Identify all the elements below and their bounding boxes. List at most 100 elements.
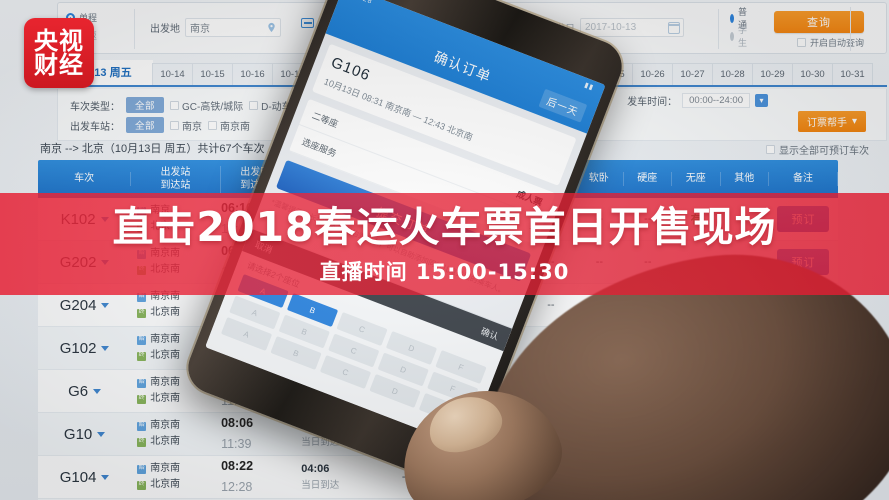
end-station-icon: 终: [137, 394, 147, 404]
date-tab-10-16[interactable]: 10-16: [232, 63, 273, 85]
end-station-icon: 终: [137, 308, 147, 318]
chevron-down-icon[interactable]: [101, 302, 110, 308]
date-tab-10-18[interactable]: 10-18: [312, 63, 353, 85]
filter-panel: 车次类型： 全部 GC-高铁/城际 D-动车 其他 出发车站： 全部 南京 南京…: [57, 89, 887, 141]
date-tab-10-25[interactable]: 10-25: [592, 63, 633, 85]
from-input[interactable]: 南京: [185, 18, 281, 37]
auto-query-checkbox-row[interactable]: 开启自动查询: [796, 36, 864, 49]
to-value: 北京: [360, 24, 380, 35]
booking-cell[interactable]: 预订: [769, 335, 838, 361]
book-button[interactable]: 预订: [777, 464, 830, 490]
station-filter[interactable]: 出发车站： 全部 南京 南京南: [70, 117, 250, 133]
seat-hard: 有: [642, 472, 654, 484]
seat-first: --: [450, 299, 458, 311]
station-label: 出发车站：: [70, 121, 120, 133]
station-option-nanjingnan[interactable]: 南京南: [208, 118, 250, 133]
train-number[interactable]: G204: [38, 297, 131, 314]
table-header-cell: 高级软卧: [527, 172, 576, 186]
date-tab-10-23[interactable]: 10-23: [512, 63, 553, 85]
train-type-option-d[interactable]: D-动车: [249, 98, 292, 113]
seat-premium-sleeper: --: [547, 428, 555, 440]
booking-cell[interactable]: 预订: [769, 421, 838, 447]
checkbox-icon[interactable]: [208, 120, 218, 130]
station-cell: 始南京南终北京南: [137, 377, 181, 404]
booking-cell[interactable]: 预订: [769, 292, 838, 318]
seat-standing: 无: [690, 343, 702, 355]
date-label: 出发日: [545, 24, 575, 35]
date-tabs[interactable]: 10-13 周五 10-14 10-15 10-16 10-17 10-18 10-19 10…: [57, 60, 887, 87]
checkbox-icon[interactable]: [249, 100, 259, 110]
table-row[interactable]: G10 始南京南终北京南 08:06 11:39 03:33 当日到达 -- -- -- -- 无 -…: [38, 413, 838, 456]
seat-soft-sleeper: 9: [596, 470, 603, 484]
train-number[interactable]: G10: [38, 426, 131, 443]
station-all-tag[interactable]: 全部: [126, 117, 165, 133]
seat-hard: 无: [642, 343, 654, 355]
seat-first: --: [450, 342, 458, 354]
booking-helper-button[interactable]: 订票帮手 ▾: [797, 111, 866, 132]
duration-cell: 04:06 当日到达: [301, 460, 381, 494]
table-row[interactable]: G102 始南京南终北京南 07:53 12:18 04:25 当日到达 -- -- -- -- -…: [38, 327, 838, 370]
table-row[interactable]: G6 始南京南终北京南 08:01 11:34 03:33 当日到达 -- -- -- -- 无 --…: [38, 370, 838, 413]
booking-cell[interactable]: 预订: [769, 464, 838, 490]
train-number[interactable]: G102: [38, 340, 131, 357]
date-tab-10-30[interactable]: 10-30: [792, 63, 833, 85]
checkbox-icon[interactable]: [170, 120, 180, 130]
calendar-icon[interactable]: [667, 21, 680, 34]
book-button[interactable]: 预订: [777, 421, 830, 447]
chevron-down-icon[interactable]: [101, 474, 110, 480]
to-input[interactable]: 北京: [355, 18, 451, 37]
date-value: 2017-10-13: [585, 22, 637, 33]
book-button[interactable]: 预订: [777, 335, 830, 361]
table-header-cell: 商务座: [381, 172, 430, 186]
passenger-type-group[interactable]: 普通 学生: [730, 7, 747, 48]
date-tab-10-22[interactable]: 10-22: [472, 63, 513, 85]
date-tab-10-29[interactable]: 10-29: [752, 63, 793, 85]
date-tab-10-26[interactable]: 10-26: [632, 63, 673, 85]
book-button[interactable]: 预订: [777, 292, 830, 318]
table-header-cell: 硬座: [624, 172, 673, 186]
checkbox-icon[interactable]: [796, 38, 806, 47]
chevron-down-icon[interactable]: [97, 431, 106, 437]
date-tab-10-27[interactable]: 10-27: [672, 63, 713, 85]
chevron-down-icon[interactable]: ▾: [755, 94, 768, 107]
date-tab-10-14[interactable]: 10-14: [152, 63, 193, 85]
seat-other: --: [741, 342, 749, 354]
train-type-all-tag[interactable]: 全部: [126, 97, 165, 113]
duration: 03:33: [301, 420, 330, 433]
date-input[interactable]: 2017-10-13: [580, 18, 684, 37]
depart-time-filter[interactable]: 发车时间： 00:00--24:00 ▾: [627, 93, 768, 108]
arrival-day: 当日到达: [301, 437, 340, 449]
train-type-option-other[interactable]: 其他: [448, 98, 468, 113]
chevron-down-icon[interactable]: [101, 345, 110, 351]
from-field[interactable]: 出发地 南京: [150, 18, 281, 37]
table-row[interactable]: G104 始南京南终北京南 08:22 12:28 04:06 当日到达 -- -- -- -- 9…: [38, 456, 838, 499]
station-option-nanjing[interactable]: 南京: [170, 118, 202, 133]
to-label: 目的地: [320, 24, 350, 35]
booking-cell[interactable]: 预订: [769, 378, 838, 404]
date-tab-10-17[interactable]: 10-17: [272, 63, 313, 85]
date-tab-10-24[interactable]: 10-24: [552, 63, 593, 85]
train-type-option-gc[interactable]: GC-高铁/城际: [170, 98, 243, 113]
date-tab-10-19[interactable]: 10-19: [352, 63, 393, 85]
date-tab-10-15[interactable]: 10-15: [192, 63, 233, 85]
date-tab-10-21[interactable]: 10-21: [432, 63, 473, 85]
checkbox-icon[interactable]: [766, 145, 775, 154]
radio-student-passenger[interactable]: 学生: [730, 25, 747, 48]
train-number[interactable]: G6: [38, 383, 131, 400]
date-tab-10-31[interactable]: 10-31: [832, 63, 873, 85]
date-tab-10-28[interactable]: 10-28: [712, 63, 753, 85]
date-tab-10-20[interactable]: 10-20: [392, 63, 433, 85]
date-field[interactable]: 出发日 2017-10-13: [527, 18, 684, 37]
checkbox-icon[interactable]: [170, 100, 180, 110]
swap-icon: [301, 18, 314, 28]
show-all-trains-row[interactable]: 显示全部可预订车次: [766, 142, 869, 157]
to-field[interactable]: 目的地 北京: [320, 18, 451, 37]
chevron-down-icon[interactable]: [93, 388, 102, 394]
swap-stations-button[interactable]: [301, 18, 314, 28]
depart-time-value[interactable]: 00:00--24:00: [682, 93, 750, 108]
train-number[interactable]: G104: [38, 469, 131, 486]
train-type-filter[interactable]: 车次类型： 全部 GC-高铁/城际 D-动车 其他: [70, 97, 468, 113]
arrival-day: 当日到达: [301, 308, 340, 320]
book-button[interactable]: 预订: [777, 378, 830, 404]
start-station-icon: 始: [137, 378, 147, 388]
